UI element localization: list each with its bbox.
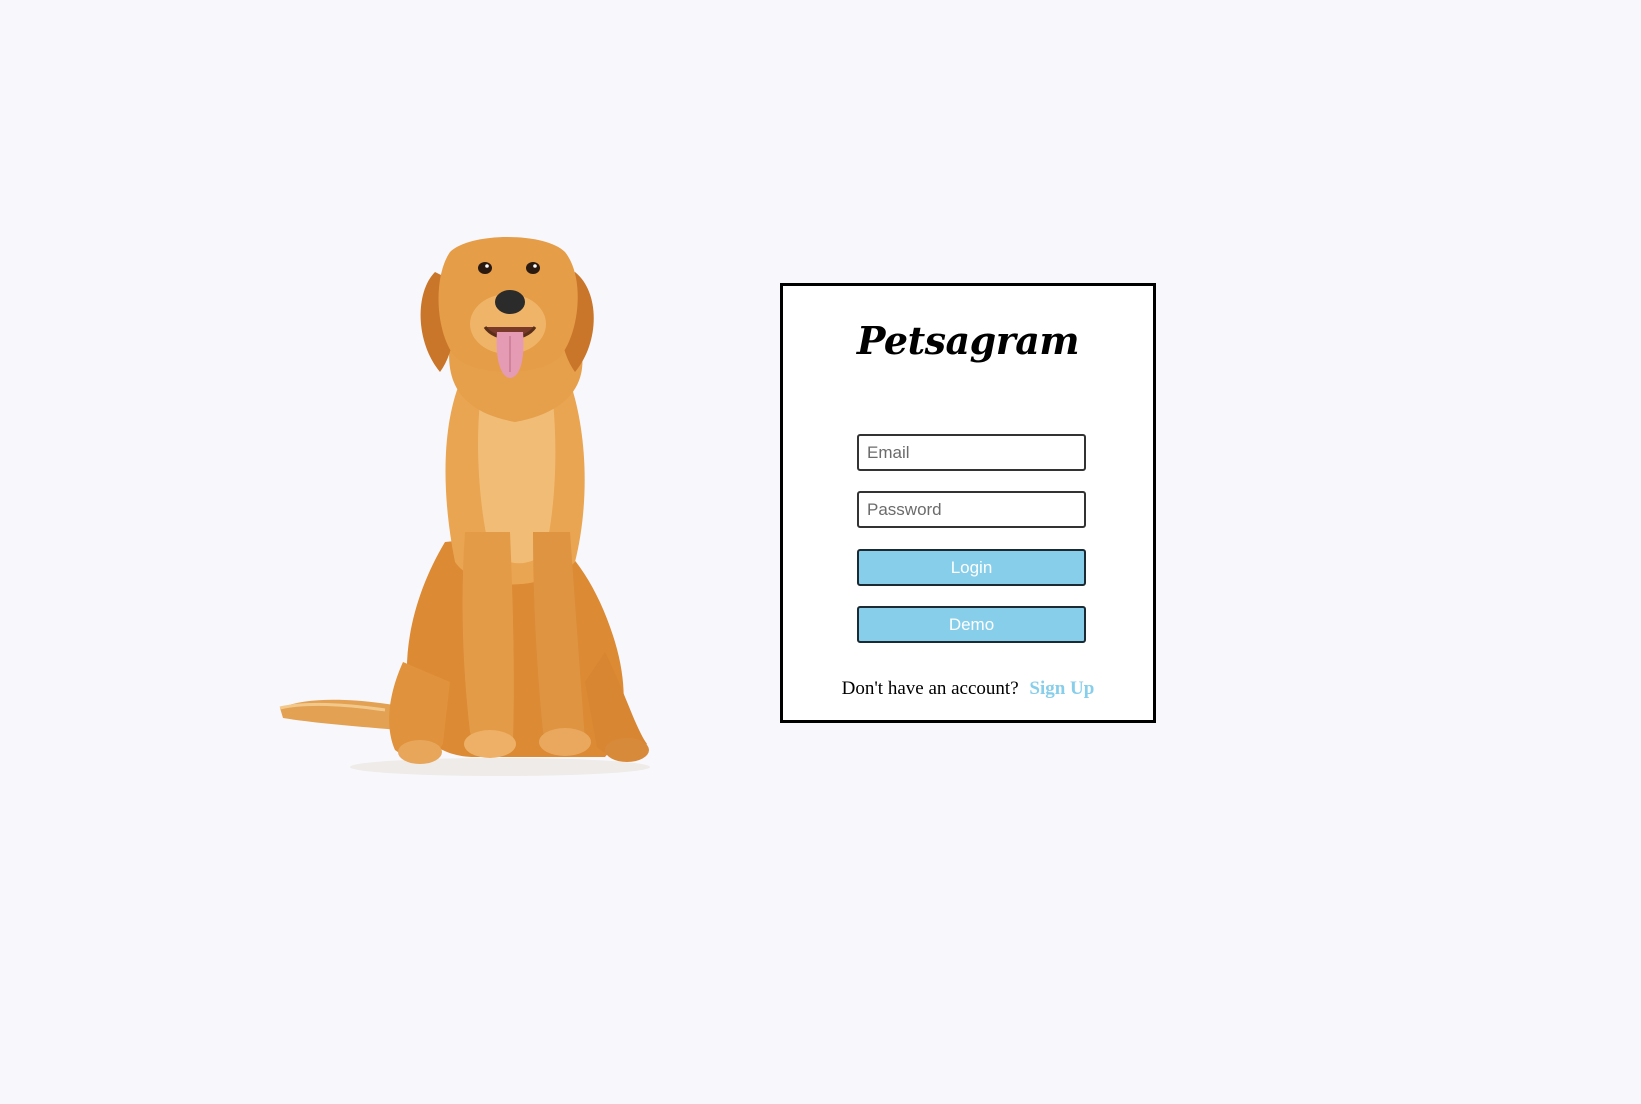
golden-retriever-image [279, 237, 650, 776]
hero-dog-illustration [275, 232, 675, 780]
signup-row: Don't have an account? Sign Up [783, 678, 1153, 700]
signup-prompt: Don't have an account? [841, 678, 1019, 699]
login-page: Petsagram Login Demo Don't have an accou… [0, 0, 1641, 1104]
demo-button[interactable]: Demo [857, 606, 1086, 643]
email-input[interactable] [857, 434, 1086, 471]
app-logo: Petsagram [856, 318, 1080, 363]
signup-link[interactable]: Sign Up [1029, 678, 1094, 699]
login-card: Petsagram Login Demo Don't have an accou… [780, 283, 1156, 723]
password-input[interactable] [857, 491, 1086, 528]
login-button[interactable]: Login [857, 549, 1086, 586]
